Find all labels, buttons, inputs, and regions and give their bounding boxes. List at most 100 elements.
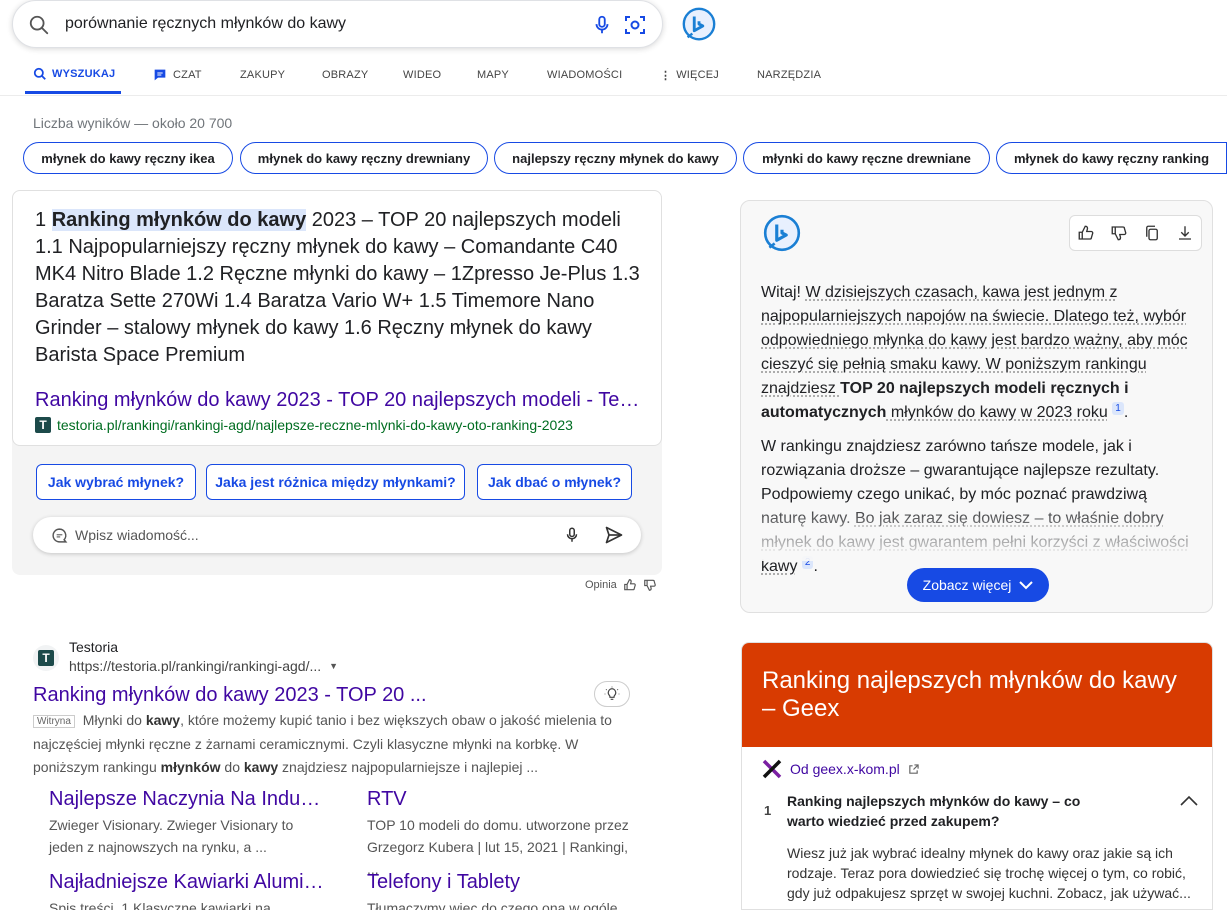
visual-search-icon[interactable] bbox=[623, 13, 647, 37]
result-cite[interactable]: https://testoria.pl/rankingi/rankingi-ag… bbox=[69, 658, 338, 674]
feedback-label: Opinia bbox=[585, 579, 617, 591]
geex-question[interactable]: Ranking najlepszych młynków do kawy – co… bbox=[787, 791, 1107, 831]
caret-down-icon[interactable]: ▼ bbox=[329, 661, 338, 671]
search-query[interactable]: porównanie ręcznych młynków do kawy bbox=[65, 15, 346, 33]
deep-link[interactable]: Telefony i Tablety bbox=[367, 871, 637, 894]
thumbs-down-icon[interactable] bbox=[1110, 224, 1128, 242]
answer-prefix: 1 bbox=[35, 209, 52, 231]
tab-search[interactable]: WYSZUKAJ bbox=[25, 56, 121, 94]
download-icon[interactable] bbox=[1176, 224, 1194, 242]
answer-source-url[interactable]: Ttestoria.pl/rankingi/rankingi-agd/najle… bbox=[35, 417, 640, 433]
tab-chat[interactable]: CZAT bbox=[152, 56, 202, 94]
answer-text: 1 Ranking młynków do kawy 2023 – TOP 20 … bbox=[35, 207, 640, 369]
tab-news[interactable]: WIADOMOŚCI bbox=[547, 56, 622, 94]
question-button[interactable]: Jak dbać o młynek? bbox=[477, 464, 632, 500]
more-dots-icon: ⋮ bbox=[660, 69, 671, 82]
tab-label: ZAKUPY bbox=[240, 69, 285, 81]
answer-card: 1 Ranking młynków do kawy 2023 – TOP 20 … bbox=[12, 190, 662, 446]
answer-body: 2023 – TOP 20 najlepszych modeli 1.1 Naj… bbox=[35, 209, 640, 366]
tab-label: WYSZUKAJ bbox=[52, 68, 115, 80]
site-favicon: T bbox=[33, 645, 59, 671]
send-icon[interactable] bbox=[603, 525, 625, 545]
message-placeholder[interactable]: Wpisz wiadomość... bbox=[75, 527, 199, 543]
tab-label: WIADOMOŚCI bbox=[547, 69, 622, 81]
thumbs-up-icon[interactable] bbox=[1077, 224, 1095, 242]
deep-link[interactable]: Najlepsze Naczynia Na Indukcję bbox=[49, 788, 324, 811]
copilot-actions bbox=[1069, 215, 1202, 251]
snippet-bold: kawy bbox=[244, 759, 278, 775]
answer-panel: 1 Ranking młynków do kawy 2023 – TOP 20 … bbox=[12, 190, 662, 575]
insights-button[interactable] bbox=[594, 681, 630, 707]
show-more-button[interactable]: Zobacz więcej bbox=[907, 568, 1049, 602]
tab-images[interactable]: OBRAZY bbox=[322, 56, 368, 94]
geex-item-number: 1 bbox=[764, 803, 771, 818]
tab-label: WIĘCEJ bbox=[676, 69, 719, 81]
copy-icon[interactable] bbox=[1143, 224, 1161, 242]
citation-badge[interactable]: 1 bbox=[1112, 402, 1124, 415]
geex-source[interactable]: Od geex.x-kom.pl bbox=[762, 759, 919, 779]
deep-link-desc: Tłumaczymy więc do czego ona w ogóle ... bbox=[367, 897, 637, 910]
snippet-part: do bbox=[221, 759, 244, 775]
lightbulb-icon bbox=[604, 686, 620, 702]
microphone-icon[interactable] bbox=[591, 13, 613, 37]
thumbs-down-icon[interactable] bbox=[643, 578, 657, 592]
tab-label: WIDEO bbox=[403, 69, 441, 81]
copilot-logo-icon[interactable] bbox=[680, 6, 718, 44]
testoria-logo-icon: T bbox=[35, 417, 51, 433]
fade-overlay bbox=[741, 501, 1213, 561]
search-icon[interactable] bbox=[28, 14, 50, 36]
tab-tools[interactable]: NARZĘDZIA bbox=[757, 56, 821, 94]
snippet-bold: kawy bbox=[146, 712, 180, 728]
chat-icon bbox=[152, 67, 168, 83]
tab-label: MAPY bbox=[477, 69, 509, 81]
related-search-chip[interactable]: młynek do kawy ręczny drewniany bbox=[240, 142, 488, 174]
copilot-logo-icon bbox=[761, 213, 803, 255]
geex-header[interactable]: Ranking najlepszych młynków do kawy – Ge… bbox=[742, 643, 1213, 747]
deep-link[interactable]: RTV bbox=[367, 788, 637, 811]
result-site-name[interactable]: Testoria bbox=[69, 639, 118, 655]
tab-label: CZAT bbox=[173, 69, 202, 81]
x-kom-logo-icon bbox=[762, 759, 782, 779]
geex-card: Ranking najlepszych młynków do kawy – Ge… bbox=[741, 642, 1213, 910]
chat-message-input[interactable]: Wpisz wiadomość... bbox=[33, 517, 641, 553]
result-snippet: Witryna Młynki do kawy, które możemy kup… bbox=[33, 709, 623, 779]
copilot-paragraph: Witaj! W dzisiejszych czasach, kawa jest… bbox=[761, 281, 1196, 425]
text-part: . bbox=[1124, 404, 1128, 421]
geex-description: Wiesz już jak wybrać idealny młynek do k… bbox=[787, 843, 1197, 903]
result-title-link[interactable]: Ranking młynków do kawy 2023 - TOP 20 ..… bbox=[33, 684, 427, 707]
related-search-chip[interactable]: najlepszy ręczny młynek do kawy bbox=[494, 142, 737, 174]
tab-shopping[interactable]: ZAKUPY bbox=[240, 56, 285, 94]
microphone-icon[interactable] bbox=[563, 524, 581, 546]
related-search-chip[interactable]: młynek do kawy ręczny ikea bbox=[23, 142, 233, 174]
deep-link-desc: Zwieger Visionary. Zwieger Visionary to … bbox=[49, 814, 309, 858]
text-part: młynków do kawy w 2023 roku bbox=[886, 404, 1107, 421]
geex-title[interactable]: Ranking najlepszych młynków do kawy – Ge… bbox=[762, 667, 1192, 723]
tab-maps[interactable]: MAPY bbox=[477, 56, 509, 94]
navigation-tabs: WYSZUKAJ CZAT ZAKUPY OBRAZY WIDEO MAPY W… bbox=[0, 56, 1227, 96]
result-cite-url: https://testoria.pl/rankingi/rankingi-ag… bbox=[69, 658, 321, 674]
show-more-label: Zobacz więcej bbox=[923, 577, 1012, 593]
chat-bubble-icon bbox=[51, 527, 68, 544]
answer-highlight: Ranking młynków do kawy bbox=[52, 209, 307, 231]
answer-source-link[interactable]: Ranking młynków do kawy 2023 - TOP 20 na… bbox=[35, 389, 640, 412]
external-link-icon bbox=[908, 764, 919, 775]
site-badge: Witryna bbox=[33, 715, 75, 728]
question-button[interactable]: Jak wybrać młynek? bbox=[36, 464, 196, 500]
feedback: Opinia bbox=[585, 578, 657, 592]
search-box[interactable]: porównanie ręcznych młynków do kawy bbox=[12, 0, 663, 48]
deep-link[interactable]: Najładniejsze Kawiarki Aluminiowe bbox=[49, 871, 324, 894]
snippet-part: Młynki do bbox=[79, 712, 146, 728]
tab-label: OBRAZY bbox=[322, 69, 368, 81]
search-icon bbox=[33, 67, 47, 81]
tab-video[interactable]: WIDEO bbox=[403, 56, 441, 94]
question-button[interactable]: Jaka jest różnica między młynkami? bbox=[206, 464, 465, 500]
deep-link-desc: Spis treści. 1 Klasyczne kawiarki na ... bbox=[49, 897, 309, 910]
related-search-chip[interactable]: młynek do kawy ręczny ranking bbox=[996, 142, 1227, 174]
answer-url-text: testoria.pl/rankingi/rankingi-agd/najlep… bbox=[57, 417, 573, 433]
snippet-part: znajdziesz najpopularniejsze i najlepiej… bbox=[278, 759, 538, 775]
tab-more[interactable]: ⋮ WIĘCEJ bbox=[660, 56, 719, 94]
thumbs-up-icon[interactable] bbox=[623, 578, 637, 592]
chevron-up-icon[interactable] bbox=[1180, 795, 1198, 807]
related-search-chip[interactable]: młynki do kawy ręczne drewniane bbox=[743, 142, 990, 174]
copilot-panel: Witaj! W dzisiejszych czasach, kawa jest… bbox=[740, 200, 1213, 613]
